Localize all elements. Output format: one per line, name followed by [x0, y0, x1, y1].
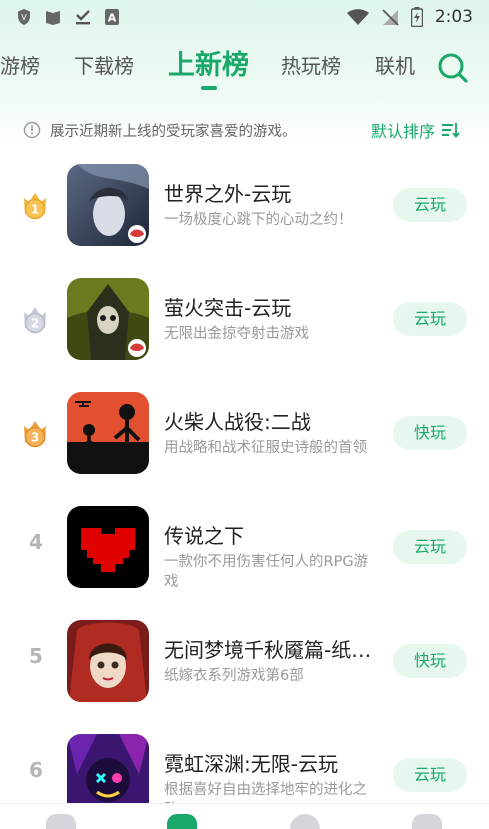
tab-hot-rank[interactable]: 热玩榜 — [281, 40, 341, 96]
nav-rank-icon[interactable] — [167, 814, 197, 829]
svg-text:V: V — [21, 13, 27, 22]
rank-number: 5 — [29, 644, 43, 668]
rank-number: 1 — [31, 203, 39, 217]
cloud-play-button[interactable]: 云玩 — [393, 530, 467, 564]
status-bar: V A 2:03 — [0, 0, 489, 34]
status-left-icons: V A — [16, 8, 120, 26]
app-title: 传说之下 — [164, 524, 244, 548]
app-desc: 一款你不用伤害任何人的RPG游戏 — [164, 554, 369, 590]
bronze-rank-badge-icon: 3 — [24, 421, 46, 448]
app-icon[interactable] — [67, 620, 149, 702]
ranking-tabs: 游榜 下载榜 上新榜 热玩榜 联机 — [0, 40, 489, 96]
app-title: 无间梦境千秋魇篇-纸嫁衣 — [164, 638, 380, 662]
app-title: 火柴人战役:二战 — [164, 410, 311, 434]
app-desc: 纸嫁衣系列游戏第6部 — [164, 668, 304, 684]
list-item[interactable]: 2 萤火突击-云玩 无限出金掠夺射击游戏 云玩 — [0, 264, 489, 378]
tab-new-rank[interactable]: 上新榜 — [168, 40, 249, 96]
rank-number: 3 — [31, 431, 39, 445]
no-signal-icon — [382, 9, 399, 26]
bottom-nav — [0, 803, 489, 829]
app-desc: 无限出金掠夺射击游戏 — [164, 326, 309, 342]
app-title: 萤火突击-云玩 — [164, 296, 292, 320]
app-title: 霓虹深渊:无限-云玩 — [164, 752, 338, 776]
quick-play-button[interactable]: 快玩 — [393, 416, 467, 450]
nav-profile-icon[interactable] — [412, 814, 442, 829]
book-icon — [46, 11, 60, 25]
silver-rank-badge-icon: 2 — [24, 307, 46, 334]
tab-new-rank-label: 上新榜 — [168, 50, 249, 81]
tab-download-rank[interactable]: 下载榜 — [74, 40, 134, 96]
sort-label: 默认排序 — [371, 122, 436, 141]
tab-multiplayer[interactable]: 联机 — [375, 40, 415, 96]
wifi-icon — [346, 9, 369, 25]
cloud-play-button[interactable]: 云玩 — [393, 758, 467, 792]
app-icon[interactable] — [67, 506, 149, 588]
list-item[interactable]: 5 无间梦境千秋魇篇-纸嫁衣 纸嫁衣系列游戏第6部 快玩 — [0, 606, 489, 720]
list-item[interactable]: 4 传说之下 一款你不用伤害任何人的RPG游戏 云玩 — [0, 492, 489, 606]
app-icon[interactable] — [67, 392, 149, 474]
search-icon[interactable] — [436, 51, 470, 85]
sort-button[interactable]: 默认排序 — [371, 118, 461, 142]
rank-number: 4 — [29, 530, 43, 554]
nav-discover-icon[interactable] — [290, 814, 320, 829]
gold-rank-badge-icon: 1 — [24, 193, 46, 220]
status-time: 2:03 — [434, 7, 473, 27]
list-item[interactable]: 3 火柴人战役:二战 用战略和战术征服史诗般的首领 快玩 — [0, 378, 489, 492]
app-desc: 用战略和战术征服史诗般的首领 — [164, 440, 367, 456]
info-bar: 展示近期新上线的受玩家喜爱的游戏。 默认排序 — [0, 112, 489, 148]
info-text: 展示近期新上线的受玩家喜爱的游戏。 — [50, 124, 297, 140]
app-icon[interactable] — [67, 278, 149, 360]
app-title: 世界之外-云玩 — [164, 182, 292, 206]
cloud-play-button[interactable]: 云玩 — [393, 302, 467, 336]
cloud-play-button[interactable]: 云玩 — [393, 188, 467, 222]
active-tab-indicator — [200, 86, 217, 90]
info-icon — [23, 121, 41, 139]
shield-icon: V — [18, 9, 30, 25]
sort-icon — [442, 123, 460, 138]
tab-hand-game-rank[interactable]: 游榜 — [0, 40, 40, 96]
a-letter-icon: A — [105, 9, 119, 25]
app-icon[interactable] — [67, 164, 149, 246]
app-desc: 一场极度心跳下的心动之约！ — [164, 212, 353, 228]
nav-home-icon[interactable] — [46, 814, 76, 829]
svg-text:A: A — [108, 12, 117, 25]
rank-number: 6 — [29, 758, 43, 782]
status-right-icons: 2:03 — [346, 7, 473, 27]
quick-play-button[interactable]: 快玩 — [393, 644, 467, 678]
download-check-icon — [76, 10, 90, 25]
rank-number: 2 — [31, 317, 39, 331]
list-item[interactable]: 1 世界之外-云玩 一场极度心跳下的心动之约！ 云玩 — [0, 150, 489, 264]
battery-charging-icon — [410, 7, 423, 27]
